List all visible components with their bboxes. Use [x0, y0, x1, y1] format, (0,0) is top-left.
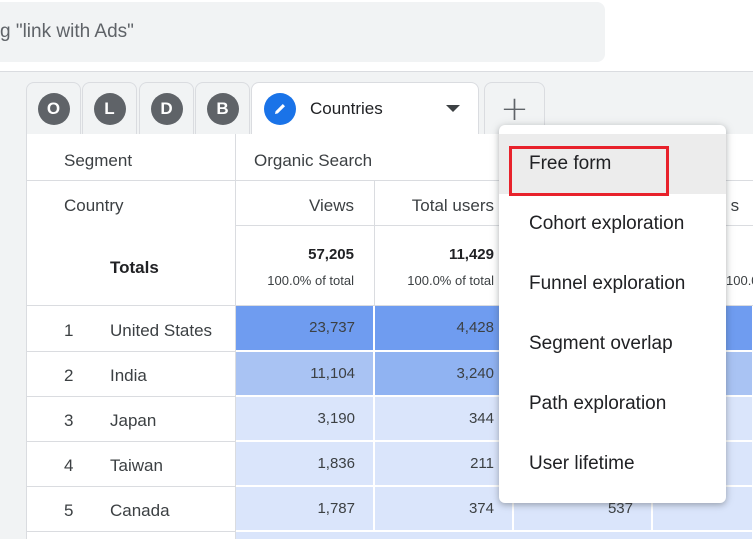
row-country[interactable]: United States — [110, 321, 212, 341]
cell-users: 211 — [375, 442, 514, 487]
totals-col3-pct: 100.0 — [726, 273, 753, 288]
cell-users-value: 374 — [468, 500, 494, 517]
cell-views-value: 1,836 — [317, 455, 355, 472]
menu-item-label: Segment overlap — [529, 333, 673, 354]
plus-icon: + — [500, 88, 529, 129]
totals-views: 57,205 — [308, 246, 354, 263]
menu-item-label: Funnel exploration — [529, 273, 686, 294]
views-header[interactable]: Views — [236, 196, 354, 216]
menu-item-path-exploration[interactable]: Path exploration — [499, 374, 726, 434]
cell-views-value: 3,190 — [317, 410, 355, 427]
search-box[interactable]: g "link with Ads" — [0, 2, 605, 62]
menu-item-funnel-exploration[interactable]: Funnel exploration — [499, 254, 726, 314]
row-country[interactable]: India — [110, 366, 147, 386]
cell-users-value: 4,428 — [456, 319, 494, 336]
pencil-icon — [264, 93, 296, 125]
menu-item-label: User lifetime — [529, 453, 635, 474]
tab-l-letter: L — [93, 92, 126, 125]
cell-views: 23,737 — [236, 306, 375, 352]
cell-views: 1,836 — [236, 442, 375, 487]
menu-item-label: Cohort exploration — [529, 213, 685, 234]
cell-views-value: 23,737 — [309, 319, 355, 336]
tab-o[interactable]: O — [26, 82, 81, 134]
row-rank: 4 — [64, 456, 74, 475]
tab-l[interactable]: L — [82, 82, 137, 134]
totals-label: Totals — [110, 258, 159, 277]
row-rank: 5 — [64, 501, 74, 520]
chevron-down-icon[interactable] — [446, 105, 460, 112]
row-rank: 1 — [64, 321, 74, 340]
menu-item-cohort-exploration[interactable]: Cohort exploration — [499, 194, 726, 254]
cell-views: 3,190 — [236, 397, 375, 442]
segment-value[interactable]: Organic Search — [254, 151, 372, 171]
cell-views: 1,787 — [236, 487, 375, 532]
cell-next-row — [236, 532, 753, 539]
segment-header: Segment — [64, 151, 133, 170]
cell-users-value: 211 — [470, 455, 494, 472]
row-rank: 3 — [64, 411, 74, 430]
cell-users: 3,240 — [375, 352, 514, 397]
search-text: g "link with Ads" — [0, 21, 134, 42]
menu-item-label: Path exploration — [529, 393, 667, 414]
cell-users: 344 — [375, 397, 514, 442]
tab-countries[interactable]: Countries — [251, 82, 479, 135]
total-users-header[interactable]: Total users — [375, 196, 494, 216]
tab-o-letter: O — [37, 92, 70, 125]
row-country[interactable]: Canada — [110, 501, 170, 521]
cell-users-value: 344 — [468, 410, 494, 427]
menu-item-user-lifetime[interactable]: User lifetime — [499, 434, 726, 494]
row-country[interactable]: Taiwan — [110, 456, 163, 476]
totals-users: 11,429 — [448, 246, 494, 263]
cell-users: 4,428 — [375, 306, 514, 352]
cell-views-value: 1,787 — [317, 500, 355, 517]
row-country[interactable]: Japan — [110, 411, 156, 431]
cell-views: 11,104 — [236, 352, 375, 397]
cell-users: 374 — [375, 487, 514, 532]
tab-d-letter: D — [150, 92, 183, 125]
totals-users-pct: 100.0% of total — [407, 273, 494, 288]
tab-countries-label: Countries — [310, 99, 383, 118]
tab-b-letter: B — [206, 92, 239, 125]
tab-d[interactable]: D — [139, 82, 194, 134]
highlight-annotation — [509, 146, 669, 196]
cell-views-value: 11,104 — [310, 365, 355, 382]
row-rank: 2 — [64, 366, 74, 385]
country-header[interactable]: Country — [64, 196, 124, 216]
tab-b[interactable]: B — [195, 82, 250, 134]
totals-views-pct: 100.0% of total — [267, 273, 354, 288]
menu-item-segment-overlap[interactable]: Segment overlap — [499, 314, 726, 374]
cell-users-value: 3,240 — [456, 365, 494, 382]
